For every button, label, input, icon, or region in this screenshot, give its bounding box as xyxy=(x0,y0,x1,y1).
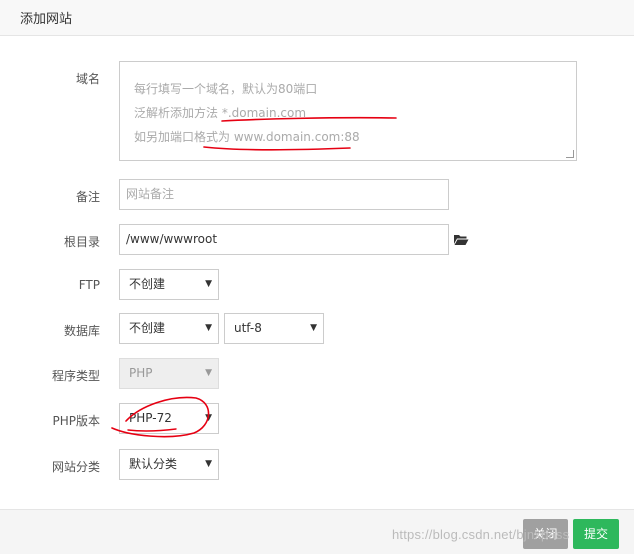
php-version-value: PHP-72 xyxy=(129,411,172,425)
watermark: https://blog.csdn.net/bjnxpass xyxy=(392,527,570,542)
chevron-down-icon: ▼ xyxy=(205,459,212,469)
domain-textarea[interactable]: 每行填写一个域名，默认为80端口 泛解析添加方法 *.domain.com 如另… xyxy=(119,61,577,161)
resize-grip-icon[interactable] xyxy=(566,150,574,158)
domain-hint-line-1: 每行填写一个域名，默认为80端口 xyxy=(134,82,318,96)
php-version-label: PHP版本 xyxy=(52,414,101,428)
database-select[interactable]: 不创建 ▼ xyxy=(119,313,219,344)
chevron-down-icon: ▼ xyxy=(205,279,212,289)
charset-select[interactable]: utf-8 ▼ xyxy=(224,313,324,344)
folder-open-icon[interactable] xyxy=(453,233,469,246)
chevron-down-icon: ▼ xyxy=(205,368,212,378)
chevron-down-icon: ▼ xyxy=(205,323,212,333)
note-input[interactable]: 网站备注 xyxy=(119,179,449,210)
category-select-value: 默认分类 xyxy=(129,457,178,471)
database-label: 数据库 xyxy=(63,324,100,338)
domain-hint-line-2: 泛解析添加方法 *.domain.com xyxy=(134,106,307,120)
database-select-value: 不创建 xyxy=(129,321,166,335)
chevron-down-icon: ▼ xyxy=(205,413,212,423)
dialog-title: 添加网站 xyxy=(20,12,73,27)
php-version-select[interactable]: PHP-72 ▼ xyxy=(119,403,219,434)
program-type-label: 程序类型 xyxy=(51,369,100,383)
submit-button[interactable]: 提交 xyxy=(573,519,619,549)
chevron-down-icon: ▼ xyxy=(310,323,317,333)
ftp-label: FTP xyxy=(78,278,100,292)
category-label: 网站分类 xyxy=(51,460,100,474)
ftp-select[interactable]: 不创建 ▼ xyxy=(119,269,219,300)
dialog-titlebar: 添加网站 xyxy=(0,0,634,36)
domain-label: 域名 xyxy=(75,72,100,86)
root-input[interactable]: /www/wwwroot xyxy=(119,224,449,255)
note-label: 备注 xyxy=(75,190,100,204)
program-type-select: PHP ▼ xyxy=(119,358,219,389)
category-select[interactable]: 默认分类 ▼ xyxy=(119,449,219,480)
charset-select-value: utf-8 xyxy=(234,321,262,335)
domain-hint-line-3: 如另加端口格式为 www.domain.com:88 xyxy=(134,130,360,144)
ftp-select-value: 不创建 xyxy=(129,277,166,291)
program-type-value: PHP xyxy=(129,366,153,380)
root-label: 根目录 xyxy=(63,235,100,249)
